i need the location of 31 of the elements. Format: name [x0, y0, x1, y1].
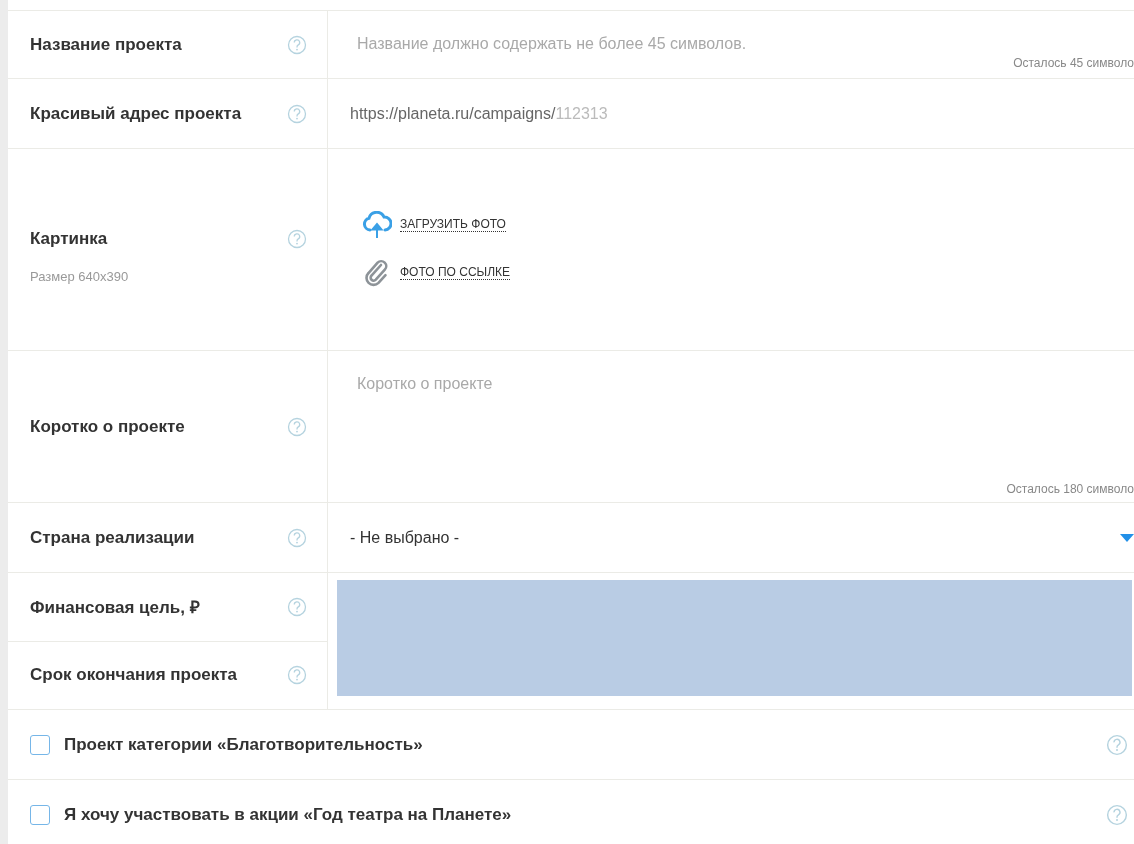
photo-link[interactable]: ФОТО ПО ССЫЛКЕ — [400, 265, 511, 280]
help-icon[interactable] — [287, 416, 307, 437]
cloud-upload-icon[interactable] — [362, 210, 392, 239]
field-label: Название проекта — [30, 34, 182, 55]
title-input[interactable]: Название должно содержать не более 45 символов. — [350, 34, 1057, 53]
help-icon[interactable] — [1106, 803, 1128, 826]
char-counter: Осталось 180 символо — [1006, 482, 1134, 496]
checkbox-label[interactable]: Я хочу участвовать в акции «Год театра на Планете» — [64, 804, 1106, 825]
field-label: Коротко о проекте — [30, 416, 185, 437]
photo-link[interactable]: ЗАГРУЗИТЬ ФОТО — [400, 217, 506, 232]
help-icon[interactable] — [287, 596, 307, 617]
help-icon[interactable] — [287, 229, 307, 249]
field-label: Срок окончания проекта — [30, 665, 238, 686]
field-label: Страна реализации — [30, 527, 195, 548]
field-label: Красивый адрес проекта — [30, 103, 242, 124]
field-label: Картинка — [30, 229, 108, 249]
summary-textarea[interactable]: Коротко о проекте — [350, 375, 1057, 415]
checkbox[interactable] — [30, 804, 50, 825]
url-input[interactable]: https://planeta.ru/campaigns/112313 — [350, 104, 608, 123]
help-icon[interactable] — [287, 103, 307, 124]
help-icon[interactable] — [1106, 733, 1128, 756]
help-icon[interactable] — [287, 527, 307, 548]
char-counter: Осталось 45 символо — [1013, 56, 1134, 70]
help-icon[interactable] — [287, 665, 307, 686]
country-select[interactable]: - Не выбрано - — [350, 528, 460, 547]
caret-icon[interactable] — [1120, 534, 1134, 542]
checkbox[interactable] — [30, 734, 50, 755]
field-label: Финансовая цель, ₽ — [30, 597, 200, 619]
size-hint: Размер 640x390 — [30, 269, 130, 284]
checkbox-label[interactable]: Проект категории «Благотворительность» — [64, 734, 1106, 755]
help-icon[interactable] — [287, 34, 307, 55]
